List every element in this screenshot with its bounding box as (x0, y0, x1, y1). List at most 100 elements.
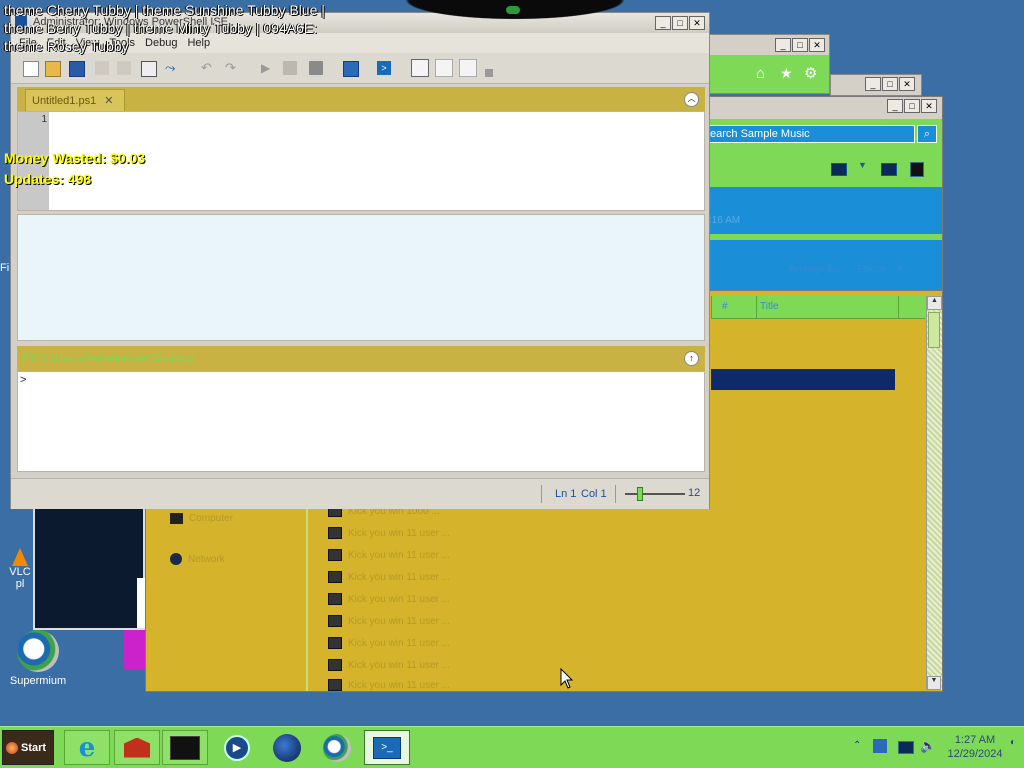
expand-command-pane-icon[interactable]: ↑ (684, 351, 699, 366)
help-icon[interactable] (910, 162, 924, 177)
maximize-button[interactable]: □ (882, 77, 898, 91)
zoom-slider-thumb[interactable] (637, 487, 643, 501)
clear-icon[interactable]: ⤳ (165, 61, 179, 75)
remote-icon[interactable] (343, 61, 359, 77)
collapse-script-pane-icon[interactable]: ︿ (684, 92, 699, 107)
list-item[interactable]: Kick you win 11 user ... (328, 677, 450, 693)
nav-item-network[interactable]: Network (170, 553, 225, 565)
list-item[interactable]: Kick you win 11 user ... (328, 613, 450, 629)
arrange-chevron-icon[interactable]: ▼ (896, 264, 904, 273)
arrange-value[interactable]: Folder (857, 264, 885, 275)
toolbar-overflow-icon[interactable] (485, 69, 493, 77)
scroll-up-arrow[interactable]: ▲ (927, 296, 942, 310)
taskbar-media-player[interactable]: ▶ (214, 730, 260, 765)
maximize-button[interactable]: □ (904, 99, 920, 113)
home-icon[interactable]: ⌂ (756, 65, 765, 82)
search-icon[interactable]: ⌕ (917, 125, 937, 143)
network-tray-icon[interactable] (898, 741, 914, 754)
chevron-down-icon[interactable]: ▼ (858, 160, 867, 170)
zoom-slider[interactable] (625, 487, 685, 501)
redo-icon[interactable]: ↷ (225, 61, 239, 75)
undo-icon[interactable]: ↶ (201, 61, 215, 75)
save-icon[interactable] (69, 61, 85, 77)
output-pane[interactable] (17, 214, 705, 341)
stop-icon[interactable] (309, 61, 323, 75)
list-item[interactable]: Kick you win 11 user ... (328, 591, 450, 607)
scroll-down-arrow[interactable]: ▼ (927, 676, 941, 690)
action-center-icon[interactable] (873, 739, 887, 753)
layout-right-icon[interactable] (435, 59, 453, 77)
cut-icon[interactable] (95, 61, 109, 75)
column-hash[interactable]: # (711, 296, 757, 318)
list-item-label: Kick you win 11 user ... (348, 593, 451, 605)
volume-icon[interactable]: 🔈 (920, 738, 936, 754)
desktop-icon-fr-label: Fi (0, 262, 10, 274)
new-file-icon[interactable] (23, 61, 39, 77)
maximize-button[interactable]: □ (672, 16, 688, 30)
scroll-thumb[interactable] (928, 312, 940, 348)
list-item[interactable]: Kick you win 11 user ... (328, 525, 450, 541)
run-icon[interactable]: ▶ (261, 61, 275, 75)
taskbar-supermium[interactable] (314, 730, 360, 765)
theme-overlay-line-1: theme Cherry Tubby | theme Sunshine Tubb… (4, 2, 325, 18)
magenta-window-edge[interactable] (124, 630, 145, 670)
star-icon[interactable]: ★ (780, 65, 793, 82)
gear-icon[interactable]: ⚙ (804, 64, 817, 82)
view-icon[interactable] (831, 163, 847, 176)
globe-icon (273, 733, 301, 762)
preview-pane-icon[interactable] (881, 163, 897, 176)
nav-item-network-label: Network (188, 553, 225, 565)
powershell-ise-window[interactable]: Administrator: Windows PowerShell ISE _ … (10, 12, 710, 509)
maximize-button[interactable]: □ (792, 38, 808, 52)
top-notch (390, 0, 640, 22)
close-button[interactable]: ✕ (689, 16, 705, 30)
copy-icon[interactable] (117, 61, 131, 75)
theme-overlay-line-2: theme Berry Tubby | theme Minty Tubby | … (4, 20, 318, 36)
minimize-button[interactable]: _ (865, 77, 881, 91)
minimize-button[interactable]: _ (887, 99, 903, 113)
menu-help[interactable]: Help (187, 37, 210, 49)
show-hidden-icons[interactable]: ⌃ (853, 740, 861, 751)
menu-debug[interactable]: Debug (145, 37, 177, 49)
clock[interactable]: 1:27 AM 12/29/2024 (942, 733, 1008, 761)
dark-window[interactable] (33, 506, 145, 630)
background-window-b[interactable]: _ □ ✕ (830, 74, 922, 96)
media-file-icon (328, 659, 342, 671)
taskbar-internet-explorer[interactable]: e (64, 730, 110, 765)
close-tab-icon[interactable]: ✕ (104, 94, 113, 107)
vertical-scrollbar[interactable]: ▲ ▼ (926, 296, 942, 690)
script-tab-row: Untitled1.ps1 ✕ ︿ (17, 87, 705, 111)
minimize-button[interactable]: _ (775, 38, 791, 52)
updates-count-label: Updates: 498 (4, 171, 92, 187)
clock-date: 12/29/2024 (947, 748, 1003, 760)
taskbar-app-dark[interactable] (162, 730, 208, 765)
list-item-label: Kick you win 11 user ... (348, 659, 451, 671)
list-item[interactable]: Kick you win 11 user ... (328, 569, 450, 585)
command-input[interactable]: > (17, 371, 705, 472)
run-selection-icon[interactable] (283, 61, 297, 75)
open-folder-icon[interactable] (45, 61, 61, 77)
close-button[interactable]: ✕ (899, 77, 915, 91)
layout-max-icon[interactable] (459, 59, 477, 77)
close-button[interactable]: ✕ (921, 99, 937, 113)
tab-untitled1[interactable]: Untitled1.ps1 ✕ (25, 89, 125, 111)
taskbar-globe-app[interactable] (264, 730, 310, 765)
minimize-button[interactable]: _ (655, 16, 671, 30)
powershell-console-icon[interactable]: > (377, 61, 391, 75)
start-button[interactable]: Start (2, 730, 54, 765)
list-item[interactable]: Kick you win 11 user ... (328, 657, 450, 673)
layout-top-icon[interactable] (411, 59, 429, 77)
taskbar-app-red[interactable] (114, 730, 160, 765)
list-item[interactable]: Kick you win 11 user ... (328, 547, 450, 563)
selected-row[interactable] (711, 369, 895, 390)
desktop-icon-supermium[interactable]: Supermium (3, 630, 73, 687)
taskbar-powershell-ise[interactable]: >_ (364, 730, 410, 765)
column-title[interactable]: Title (756, 296, 899, 318)
search-input[interactable] (707, 125, 915, 143)
list-item[interactable]: Kick you win 11 user ... (328, 635, 450, 651)
close-button[interactable]: ✕ (809, 38, 825, 52)
paste-icon[interactable] (141, 61, 157, 77)
nav-item-computer[interactable]: Computer (170, 513, 233, 524)
background-window-a[interactable]: _ □ ✕ ⌂ ★ ⚙ (700, 34, 830, 94)
show-desktop-button[interactable]: ◐ (1010, 737, 1020, 755)
